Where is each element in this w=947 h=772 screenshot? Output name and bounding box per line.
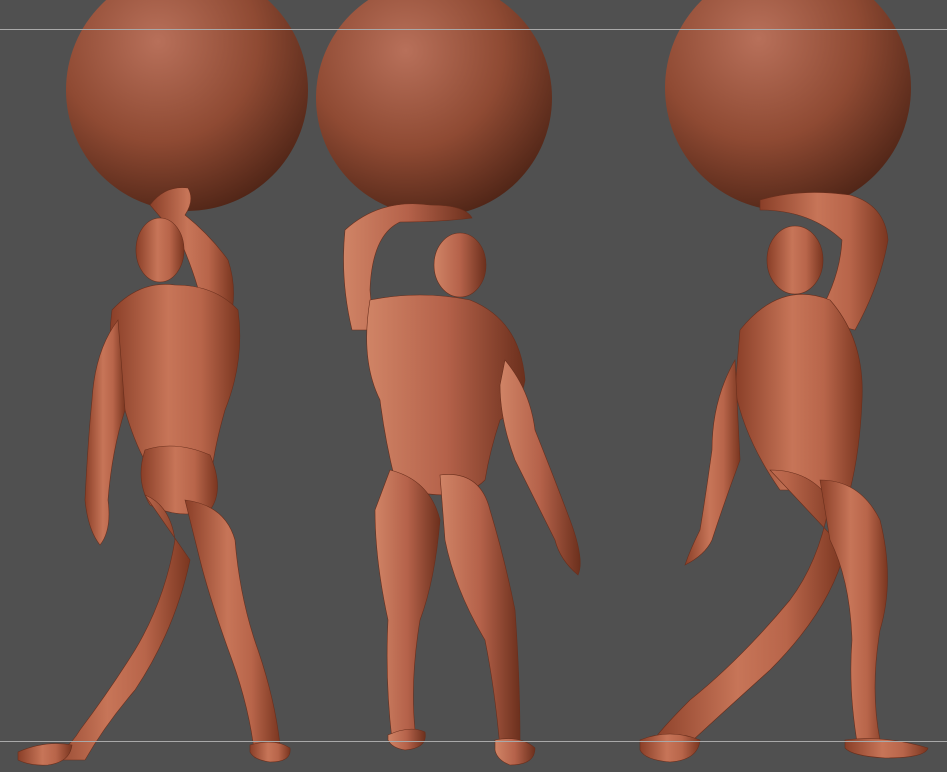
guide-line-top (0, 29, 947, 30)
sphere-center (316, 0, 552, 216)
sphere-right (665, 0, 911, 211)
sphere-left (66, 0, 308, 211)
figure-front-view (316, 0, 581, 766)
figure-back-view (17, 0, 308, 766)
viewport-canvas (17, 0, 929, 766)
figure-side-view (639, 0, 929, 763)
sculpt-viewport[interactable] (0, 0, 947, 772)
guide-line-bottom (0, 741, 947, 742)
